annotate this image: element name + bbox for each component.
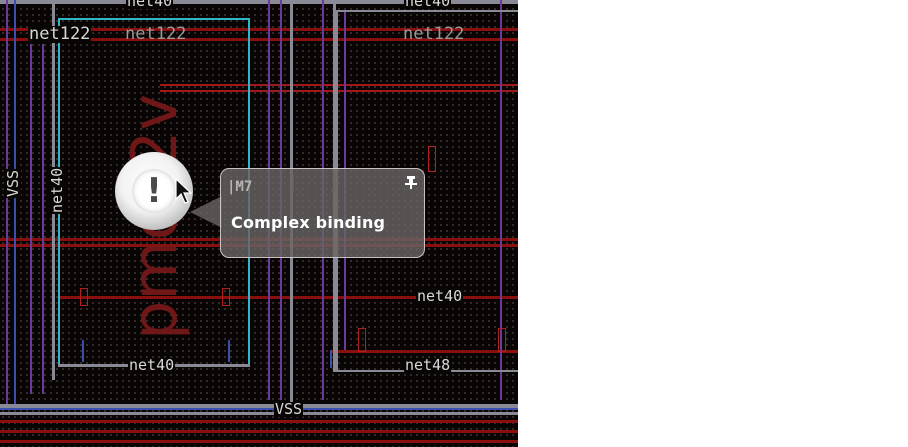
- net-label-net122-center[interactable]: net122: [124, 26, 187, 43]
- vwire-4: [42, 44, 44, 394]
- vwire-2: [14, 0, 16, 410]
- tooltip-message: Complex binding: [231, 213, 386, 232]
- layout-canvas[interactable]: pmos2v ⌋ ⌋ net40 net40 net122 net122 net…: [0, 0, 518, 447]
- cell-tick-1: [82, 340, 84, 362]
- net-label-bottom-left[interactable]: net40: [128, 358, 176, 373]
- vwire-1: [6, 0, 8, 410]
- net-label-net122-right[interactable]: net122: [402, 26, 465, 43]
- net-label-mid-right[interactable]: net40: [416, 289, 464, 304]
- exclamation-mark-icon: !: [146, 171, 162, 211]
- blank-pane: [518, 0, 908, 447]
- pin-rect-4: [358, 328, 366, 352]
- bottom-blue-wire: [0, 408, 518, 410]
- vwire-3: [30, 44, 32, 394]
- tooltip-pointer: [190, 196, 222, 228]
- mouse-cursor-icon: [175, 178, 193, 204]
- cell-tick-3: [330, 350, 332, 368]
- pin-rect-1: [428, 146, 436, 172]
- net-label-bottom-right[interactable]: net48: [404, 358, 452, 373]
- wire-row-9: [0, 420, 518, 423]
- wire-row-10: [0, 430, 518, 433]
- net-label-top-left[interactable]: net40: [126, 0, 174, 9]
- cell-tick-2: [228, 340, 230, 362]
- wire-row-11: [0, 440, 518, 443]
- net-label-net122-left[interactable]: net122: [28, 26, 92, 43]
- tooltip-instance-tag: |M7: [227, 179, 253, 195]
- pin-rect-5: [498, 328, 506, 352]
- pin-rect-2: [80, 288, 88, 306]
- complex-binding-tooltip[interactable]: |M7 Complex binding: [220, 168, 425, 258]
- net-label-top-right[interactable]: net40: [404, 0, 452, 9]
- pin-rect-3: [222, 288, 230, 306]
- net-label-bottom-vss[interactable]: VSS: [274, 402, 304, 417]
- net-label-vss-vertical[interactable]: VSS: [4, 168, 22, 198]
- pin-icon[interactable]: [404, 175, 418, 189]
- bottom-rail-2: [0, 412, 518, 415]
- net-label-net40-vertical[interactable]: net40: [48, 166, 66, 214]
